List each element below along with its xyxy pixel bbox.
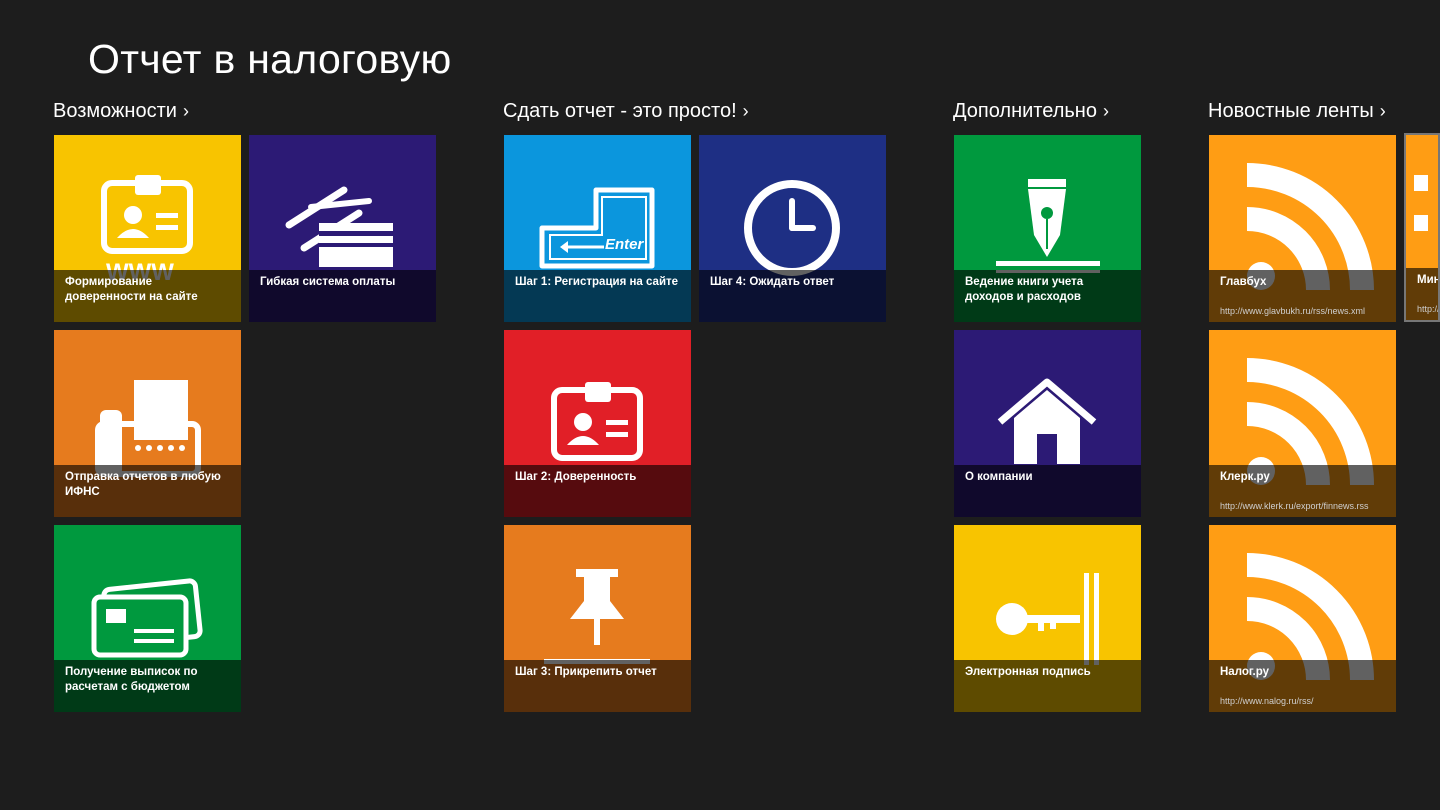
tile-caption: Отправка отчетов в любую ИФНС (54, 465, 241, 517)
tile-label: Электронная подпись (965, 666, 1091, 678)
tile-caption: Клерк.ру http://www.klerk.ru/export/finn… (1209, 465, 1396, 517)
tile-step1[interactable]: Enter Шаг 1: Регистрация на сайте (504, 135, 691, 322)
tile-feed-partial[interactable]: Мин http:// (1404, 133, 1440, 322)
tile-label: Гибкая система оплаты (260, 276, 396, 288)
feed-url: http://www.klerk.ru/export/finnews.rss (1220, 501, 1369, 511)
tile-caption: Получение выписок по расчетам с бюджетом (54, 660, 241, 712)
tile-about[interactable]: О компании (954, 330, 1141, 517)
chevron-right-icon: › (742, 101, 749, 121)
tile-caption: Главбух http://www.glavbukh.ru/rss/news.… (1209, 270, 1396, 322)
tile-label: Отправка отчетов в любую ИФНС (65, 471, 221, 498)
tile-feed-klerk[interactable]: Клерк.ру http://www.klerk.ru/export/finn… (1209, 330, 1396, 517)
tile-caption: Ведение книги учета доходов и расходов (954, 270, 1141, 322)
tile-payment[interactable]: Гибкая система оплаты (249, 135, 436, 322)
tile-caption: Шаг 2: Доверенность (504, 465, 691, 517)
tile-label: Мин (1417, 274, 1440, 286)
tile-step4[interactable]: Шаг 4: Ожидать ответ (699, 135, 886, 322)
tile-label: Шаг 1: Регистрация на сайте (515, 276, 679, 288)
tile-caption: Гибкая система оплаты (249, 270, 436, 322)
tile-caption: Шаг 3: Прикрепить отчет (504, 660, 691, 712)
chevron-right-icon: › (182, 101, 189, 121)
tile-label: О компании (965, 471, 1033, 483)
tile-label: Шаг 4: Ожидать ответ (710, 276, 835, 288)
tile-label: Ведение книги учета доходов и расходов (965, 276, 1084, 303)
feed-url: http://www.nalog.ru/rss/ (1220, 696, 1314, 706)
tile-label: Шаг 3: Прикрепить отчет (515, 666, 657, 678)
tile-caption: Электронная подпись (954, 660, 1141, 712)
tile-label: Получение выписок по расчетам с бюджетом (65, 666, 198, 693)
feed-url: http:// (1417, 304, 1440, 314)
chevron-right-icon: › (1102, 101, 1109, 121)
tile-ledger[interactable]: Ведение книги учета доходов и расходов (954, 135, 1141, 322)
tile-power-of-attorney[interactable]: WWW Формирование доверенности на сайте (54, 135, 241, 322)
section-header-features[interactable]: Возможности › (53, 100, 189, 123)
tile-label: Налог.ру (1220, 666, 1269, 678)
tile-label: Формирование доверенности на сайте (65, 276, 198, 303)
tile-step2[interactable]: Шаг 2: Доверенность (504, 330, 691, 517)
feed-url: http://www.glavbukh.ru/rss/news.xml (1220, 306, 1366, 316)
section-header-simple[interactable]: Сдать отчет - это просто! › (503, 100, 749, 123)
section-title: Возможности (53, 100, 177, 122)
tile-feed-glavbukh[interactable]: Главбух http://www.glavbukh.ru/rss/news.… (1209, 135, 1396, 322)
tile-label: Шаг 2: Доверенность (515, 471, 637, 483)
tile-label: Главбух (1220, 276, 1267, 288)
tile-label: Клерк.ру (1220, 471, 1270, 483)
section-header-extra[interactable]: Дополнительно › (953, 100, 1109, 123)
tile-feed-nalog[interactable]: Налог.ру http://www.nalog.ru/rss/ (1209, 525, 1396, 712)
tile-caption: Формирование доверенности на сайте (54, 270, 241, 322)
section-title: Дополнительно (953, 100, 1097, 122)
tile-send-reports[interactable]: Отправка отчетов в любую ИФНС (54, 330, 241, 517)
tile-step3[interactable]: Шаг 3: Прикрепить отчет (504, 525, 691, 712)
tile-caption: Шаг 4: Ожидать ответ (699, 270, 886, 322)
tile-caption: Налог.ру http://www.nalog.ru/rss/ (1209, 660, 1396, 712)
tile-signature[interactable]: Электронная подпись (954, 525, 1141, 712)
section-header-news[interactable]: Новостные ленты › (1208, 100, 1386, 123)
chevron-right-icon: › (1379, 101, 1386, 121)
tile-caption: Шаг 1: Регистрация на сайте (504, 270, 691, 322)
tile-caption: О компании (954, 465, 1141, 517)
tile-caption: Мин http:// (1406, 268, 1440, 320)
section-title: Новостные ленты (1208, 100, 1374, 122)
page-title: Отчет в налоговую (88, 36, 452, 82)
svg-text:Enter: Enter (605, 236, 645, 253)
section-title: Сдать отчет - это просто! (503, 100, 737, 122)
tile-statements[interactable]: Получение выписок по расчетам с бюджетом (54, 525, 241, 712)
